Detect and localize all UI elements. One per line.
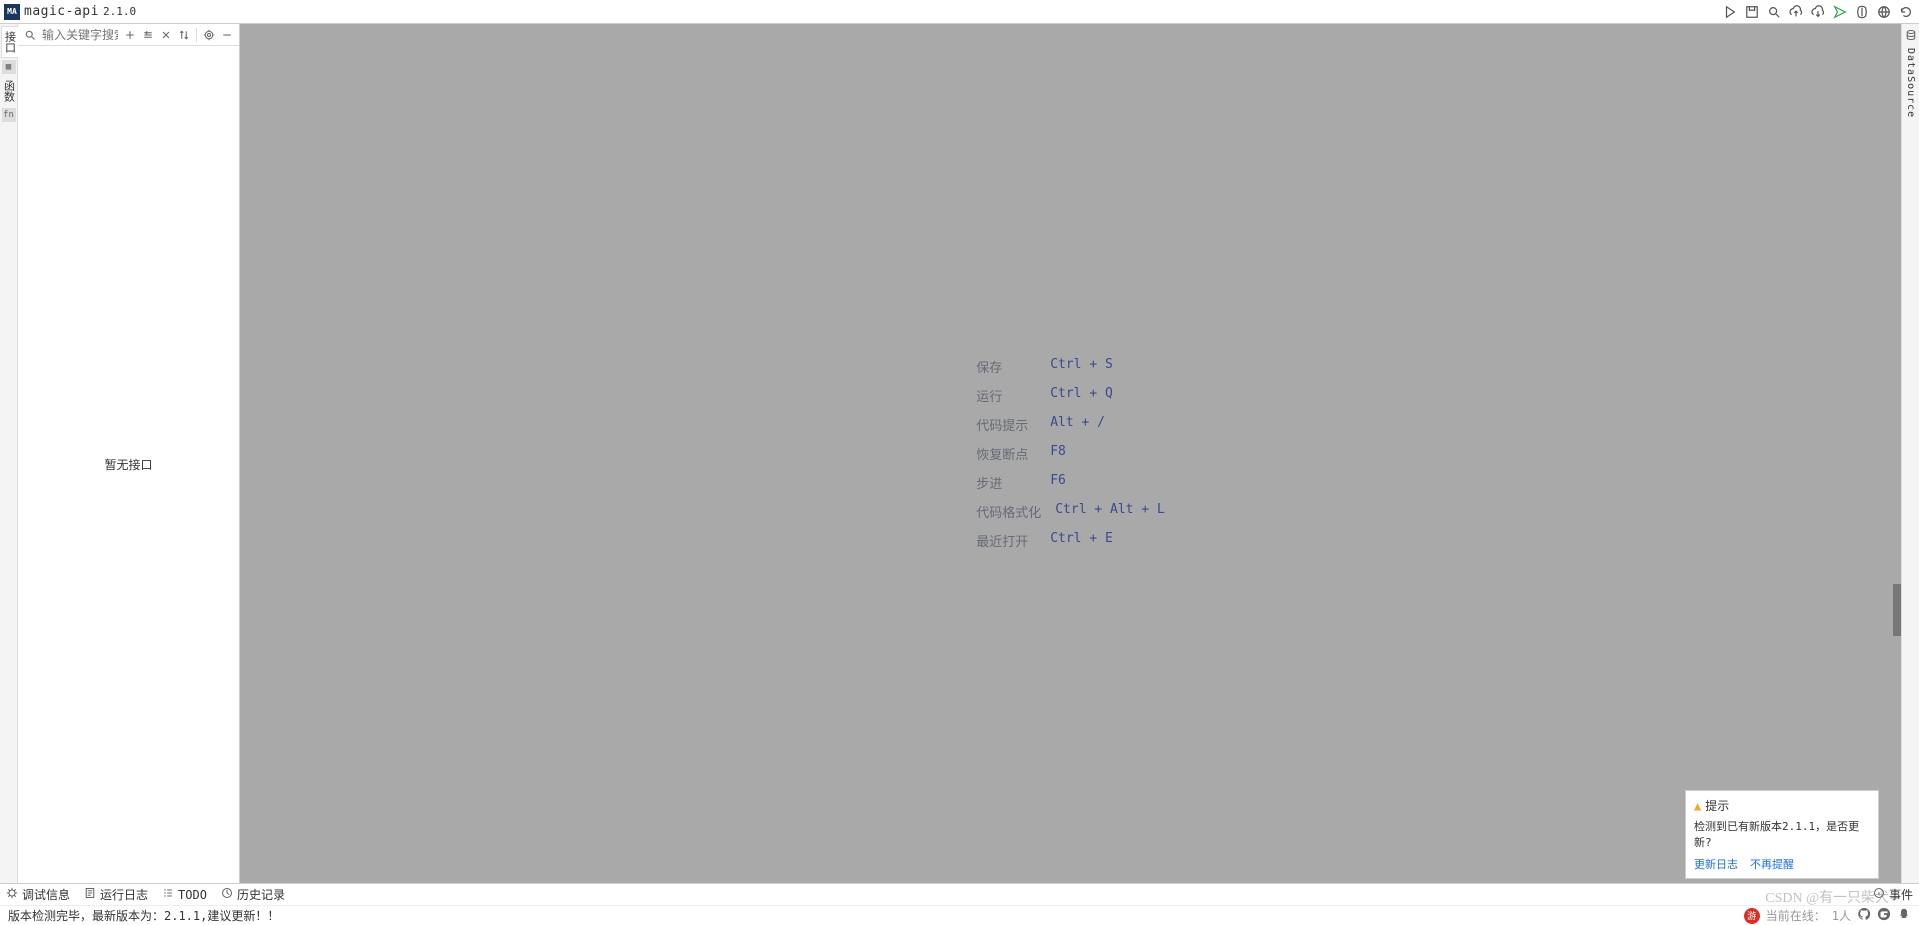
- push-icon[interactable]: [1831, 3, 1849, 21]
- gitee-icon[interactable]: [1877, 907, 1891, 924]
- bug-icon[interactable]: [1853, 3, 1871, 21]
- refresh-icon[interactable]: [1897, 3, 1915, 21]
- notif-title-text: 提示: [1705, 797, 1729, 814]
- bottom-tab-label: 历史记录: [237, 886, 285, 903]
- scroll-handle[interactable]: [1893, 584, 1901, 636]
- warning-icon: ▲: [1694, 799, 1701, 813]
- datasource-icon[interactable]: [1904, 28, 1918, 42]
- search-icon[interactable]: [1765, 3, 1783, 21]
- hint-key: Alt + /: [1050, 415, 1105, 434]
- bottom-tab-label: TODO: [178, 888, 207, 902]
- changelog-link[interactable]: 更新日志: [1694, 856, 1738, 872]
- run-icon[interactable]: [1721, 3, 1739, 21]
- app-version: 2.1.0: [103, 5, 136, 18]
- hint-label: 运行: [976, 386, 1036, 405]
- bottom-tabs: 调试信息 运行日志 TODO 历史记录 事件: [0, 883, 1919, 905]
- locate-icon[interactable]: [201, 27, 217, 43]
- minimize-icon[interactable]: [219, 27, 235, 43]
- sidebar-toolbar: [18, 24, 239, 46]
- bottom-tab-label: 运行日志: [100, 886, 148, 903]
- github-icon[interactable]: [1857, 907, 1871, 924]
- status-bar: 版本检测完毕，最新版本为：2.1.1,建议更新！！ 游 当前在线： 1人: [0, 905, 1919, 925]
- hint-label: 恢复断点: [976, 444, 1036, 463]
- right-tab-datasource[interactable]: DataSource: [1905, 44, 1916, 122]
- log-icon: [84, 887, 96, 902]
- sidebar: 暂无接口: [18, 24, 240, 883]
- bottom-tab-label: 调试信息: [22, 886, 70, 903]
- left-tab-api[interactable]: 接口: [1, 26, 18, 58]
- globe-icon[interactable]: [1875, 3, 1893, 21]
- bottom-tab-debug[interactable]: 调试信息: [6, 886, 70, 903]
- hint-label: 保存: [976, 357, 1036, 376]
- collapse-icon[interactable]: [140, 27, 156, 43]
- left-strip: 接口 ▦ 函数 fn: [0, 24, 18, 883]
- shortcut-hints: 保存 Ctrl + S 运行 Ctrl + Q 代码提示 Alt + / 恢复断点 F8…: [976, 347, 1165, 560]
- right-strip: DataSource: [1901, 24, 1919, 883]
- debug-icon: [6, 887, 18, 902]
- api-group-icon[interactable]: ▦: [2, 60, 16, 74]
- sort-icon[interactable]: [176, 27, 192, 43]
- fn-group-icon[interactable]: fn: [2, 108, 16, 122]
- online-label: 当前在线：: [1766, 907, 1826, 924]
- qq-icon[interactable]: [1897, 907, 1911, 924]
- bottom-tab-events[interactable]: 事件: [1873, 886, 1913, 903]
- online-count: 1人: [1832, 907, 1851, 924]
- hint-key: Ctrl + Q: [1050, 386, 1113, 405]
- dismiss-link[interactable]: 不再提醒: [1750, 856, 1794, 872]
- close-icon[interactable]: [158, 27, 174, 43]
- add-icon[interactable]: [122, 27, 138, 43]
- hint-label: 代码格式化: [976, 502, 1041, 521]
- bottom-tab-history[interactable]: 历史记录: [221, 886, 285, 903]
- header-actions: [1721, 3, 1915, 21]
- hint-key: F8: [1050, 444, 1066, 463]
- sidebar-empty: 暂无接口: [18, 46, 239, 883]
- hint-label: 步进: [976, 473, 1036, 492]
- header: MA magic-api 2.1.0: [0, 0, 1919, 24]
- search-icon: [22, 27, 38, 43]
- hint-key: Ctrl + E: [1050, 531, 1113, 550]
- update-notification: ▲ 提示 检测到已有新版本2.1.1，是否更新? 更新日志 不再提醒: [1685, 790, 1879, 879]
- upload-icon[interactable]: [1787, 3, 1805, 21]
- save-icon[interactable]: [1743, 3, 1761, 21]
- left-tab-fn[interactable]: 函数: [1, 76, 17, 106]
- hint-key: Ctrl + S: [1050, 357, 1113, 376]
- editor-area: 保存 Ctrl + S 运行 Ctrl + Q 代码提示 Alt + / 恢复断点 F8…: [240, 24, 1901, 883]
- hint-key: Ctrl + Alt + L: [1055, 502, 1165, 521]
- bottom-tab-label: 事件: [1889, 886, 1913, 903]
- status-message: 版本检测完毕，最新版本为：2.1.1,建议更新！！: [8, 907, 279, 924]
- bottom-tab-todo[interactable]: TODO: [162, 887, 207, 902]
- todo-icon: [162, 887, 174, 902]
- info-icon: [1873, 887, 1885, 902]
- hint-label: 代码提示: [976, 415, 1036, 434]
- notif-body-text: 检测到已有新版本2.1.1，是否更新?: [1694, 818, 1870, 850]
- app-title: magic-api: [24, 4, 99, 19]
- bottom-tab-log[interactable]: 运行日志: [84, 886, 148, 903]
- hint-label: 最近打开: [976, 531, 1036, 550]
- search-input[interactable]: [40, 26, 120, 44]
- download-icon[interactable]: [1809, 3, 1827, 21]
- hint-key: F6: [1050, 473, 1066, 492]
- logo-icon: MA: [4, 4, 20, 20]
- status-badge[interactable]: 游: [1744, 908, 1760, 924]
- history-icon: [221, 887, 233, 902]
